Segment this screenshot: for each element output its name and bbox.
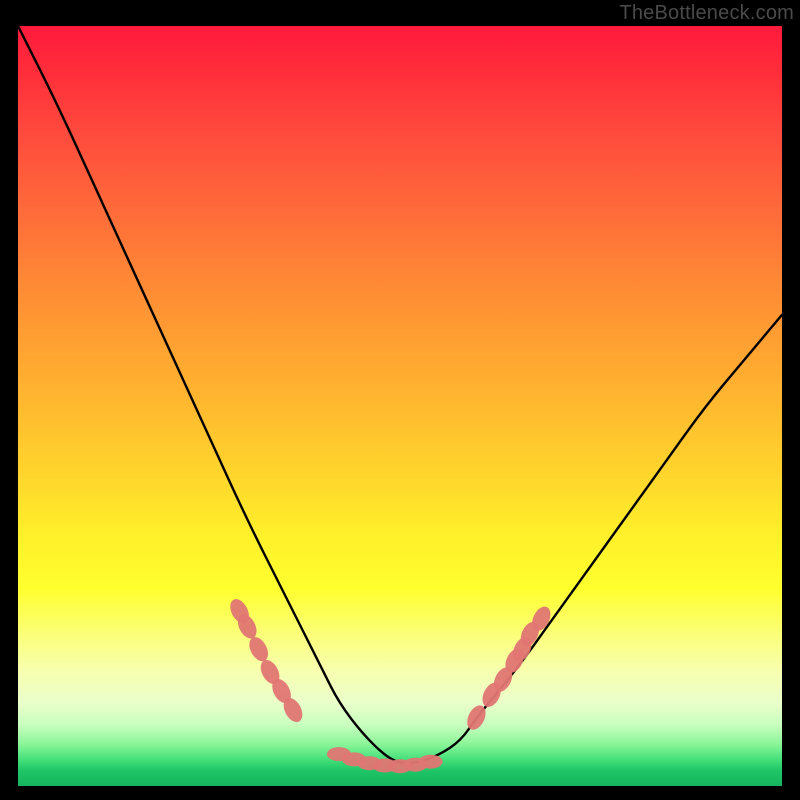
data-markers bbox=[226, 596, 554, 773]
marker-left bbox=[246, 634, 272, 664]
chart-frame bbox=[18, 26, 782, 786]
marker-bottom bbox=[419, 755, 443, 769]
curve-layer bbox=[18, 26, 782, 786]
watermark-text: TheBottleneck.com bbox=[619, 2, 794, 25]
bottleneck-curve bbox=[18, 26, 782, 763]
